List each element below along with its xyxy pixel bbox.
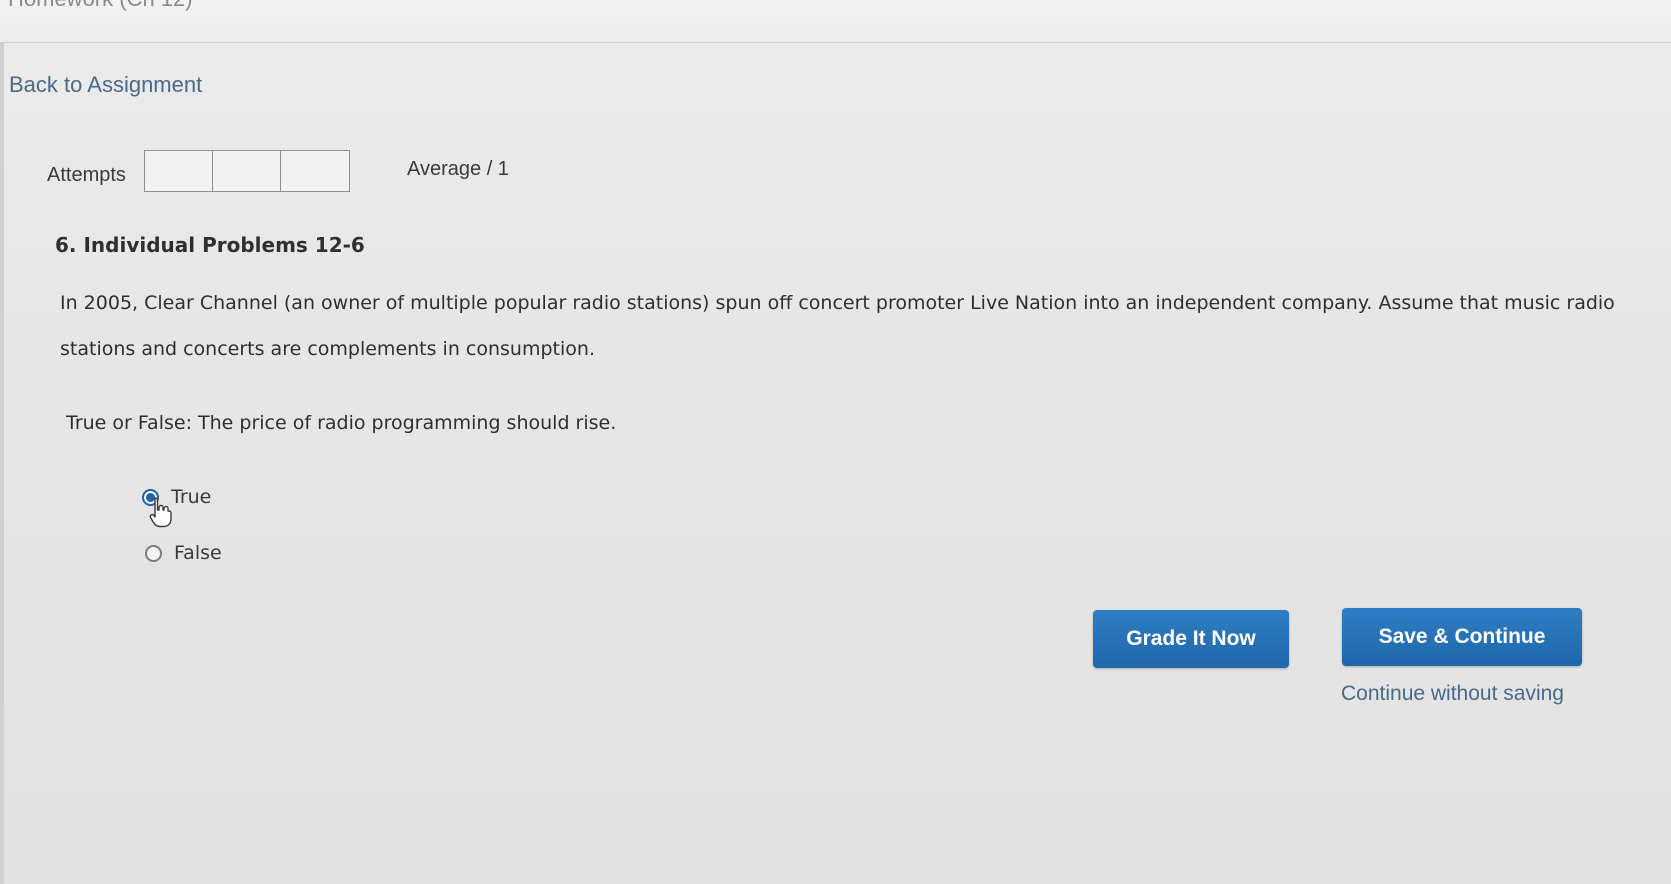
option-true-label: True bbox=[171, 486, 212, 508]
attempt-box-1 bbox=[145, 151, 213, 191]
hand-pointer-icon bbox=[149, 497, 172, 528]
grade-it-now-button[interactable]: Grade It Now bbox=[1093, 610, 1289, 668]
option-false-label: False bbox=[174, 542, 222, 564]
option-false[interactable]: False bbox=[145, 542, 222, 564]
attempt-box-3 bbox=[281, 151, 349, 191]
attempts-label: Attempts bbox=[47, 164, 126, 186]
problem-title: 6. Individual Problems 12-6 bbox=[55, 233, 365, 257]
radio-false[interactable] bbox=[145, 544, 162, 562]
question-text: True or False: The price of radio progra… bbox=[66, 412, 617, 434]
problem-text: In 2005, Clear Channel (an owner of mult… bbox=[60, 292, 1615, 360]
save-and-continue-button[interactable]: Save & Continue bbox=[1342, 608, 1582, 666]
left-edge-border bbox=[0, 42, 4, 884]
average-score: Average / 1 bbox=[407, 158, 509, 180]
attempt-box-2 bbox=[213, 151, 281, 191]
back-to-assignment-link[interactable]: Back to Assignment bbox=[9, 72, 202, 98]
top-header-band: Homework (Ch 12) bbox=[0, 0, 1671, 43]
page-title: Homework (Ch 12) bbox=[8, 0, 193, 12]
continue-without-saving-link[interactable]: Continue without saving bbox=[1341, 682, 1564, 706]
attempt-boxes bbox=[144, 150, 350, 192]
